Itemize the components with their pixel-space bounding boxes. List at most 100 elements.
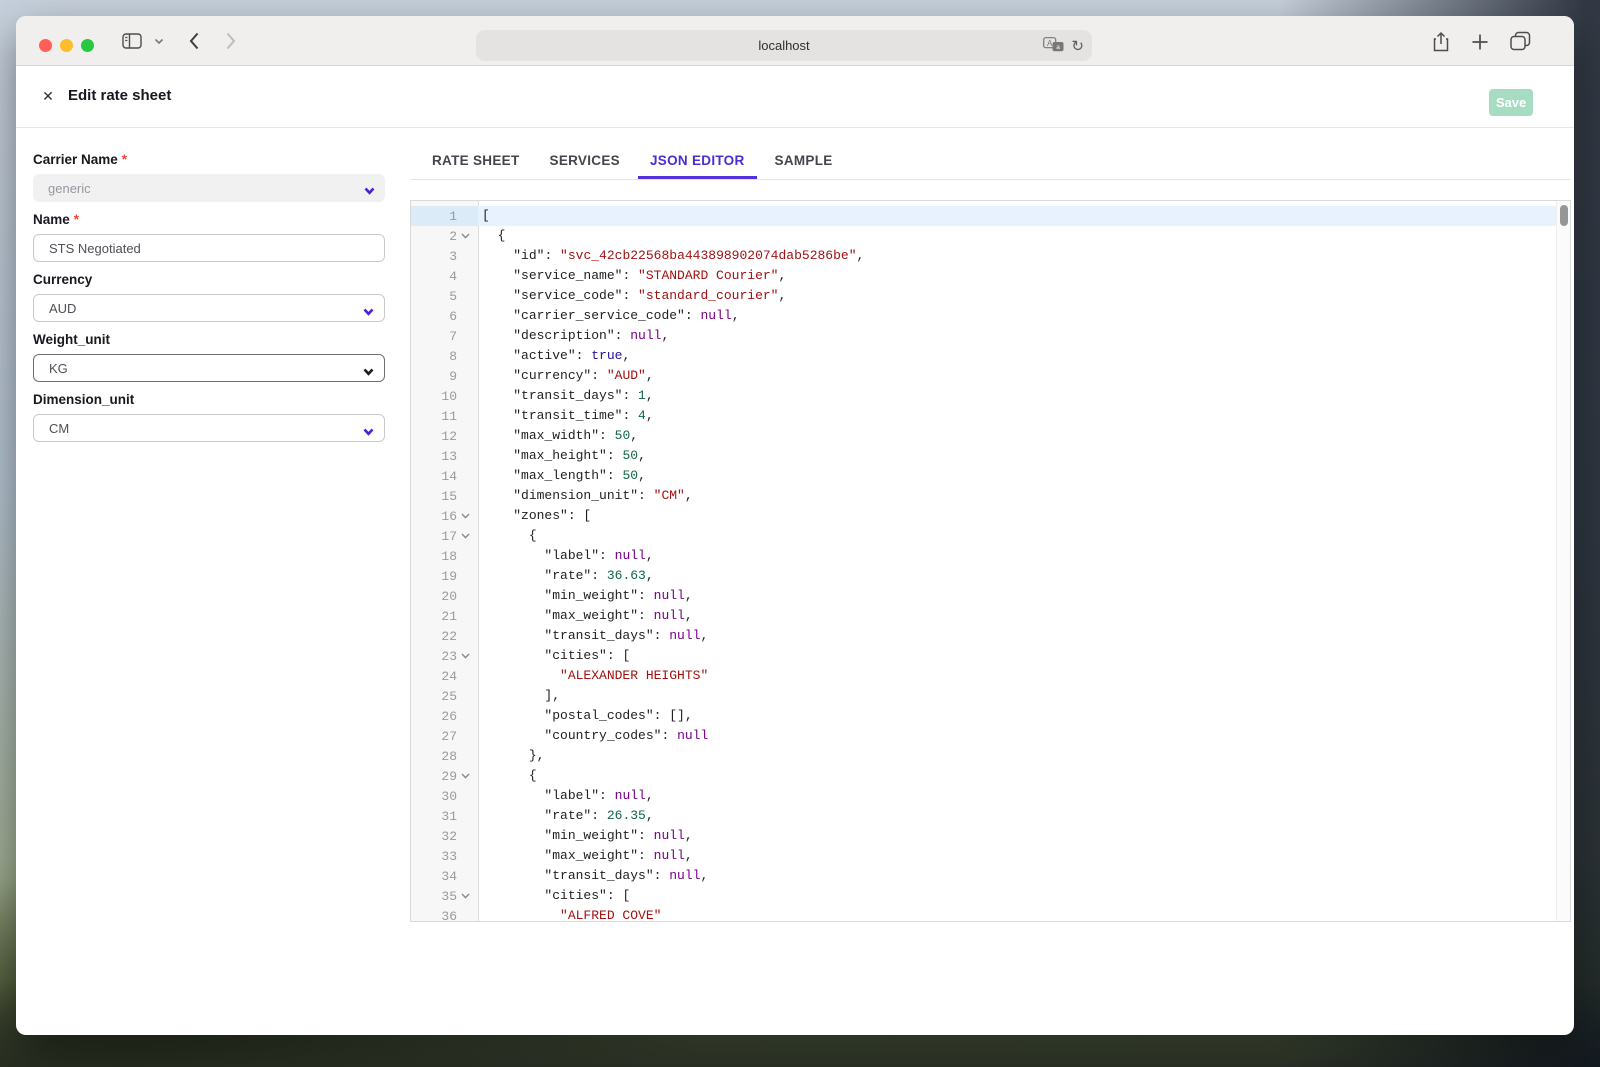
sidebar-toggle-icon[interactable] [122,33,142,49]
gutter-cell: 3 [411,246,478,266]
code-line[interactable]: 17 { [411,526,1556,546]
json-token: null [654,828,685,843]
gutter-cell: 34 [411,866,478,886]
editor-scrollbar[interactable] [1556,201,1570,921]
code-line[interactable]: 8 "active": true, [411,346,1556,366]
code-line[interactable]: 7 "description": null, [411,326,1556,346]
tab-overview-icon[interactable] [1510,31,1531,51]
fold-icon[interactable] [457,653,478,659]
json-token: : [599,548,615,563]
line-number: 11 [411,409,457,424]
save-button[interactable]: Save [1489,89,1533,116]
code-line[interactable]: 15 "dimension_unit": "CM", [411,486,1556,506]
code-line[interactable]: 13 "max_height": 50, [411,446,1556,466]
code-line[interactable]: 10 "transit_days": 1, [411,386,1556,406]
forward-button[interactable] [225,31,237,51]
close-icon[interactable]: ✕ [40,88,56,104]
json-token: : [607,468,623,483]
fold-icon[interactable] [457,773,478,779]
weight-unit-label: Weight_unit [33,332,385,349]
line-number: 19 [411,569,457,584]
name-field[interactable] [49,241,356,256]
code-line[interactable]: 34 "transit_days": null, [411,866,1556,886]
name-field-wrap [33,234,385,262]
code-line[interactable]: 11 "transit_time": 4, [411,406,1556,426]
json-token: : [ [568,508,591,523]
new-tab-icon[interactable] [1471,33,1489,51]
code-line[interactable]: 25 ], [411,686,1556,706]
code-line[interactable]: 36 "ALFRED COVE" [411,906,1556,922]
fold-icon[interactable] [457,533,478,539]
line-number: 8 [411,349,457,364]
code-line[interactable]: 19 "rate": 36.63, [411,566,1556,586]
code-text: "rate": 26.35, [478,806,1556,826]
weight-unit-select[interactable]: KG [33,354,385,382]
fold-icon[interactable] [457,893,478,899]
dimension-unit-label: Dimension_unit [33,392,385,409]
fold-icon[interactable] [457,513,478,519]
currency-select[interactable]: AUD [33,294,385,322]
tab-services[interactable]: SERVICES [538,145,632,179]
code-line[interactable]: 29 { [411,766,1556,786]
code-line[interactable]: 14 "max_length": 50, [411,466,1556,486]
sidebar-chevron-icon[interactable] [154,38,164,45]
gutter-cell: 17 [411,526,478,546]
reload-icon[interactable]: ↻ [1071,37,1084,55]
code-line[interactable]: 1[ [411,206,1556,226]
fold-icon[interactable] [457,233,478,239]
carrier-name-select[interactable]: generic [33,174,385,202]
back-button[interactable] [188,31,200,51]
code-line[interactable]: 18 "label": null, [411,546,1556,566]
line-number: 33 [411,849,457,864]
code-line[interactable]: 3 "id": "svc_42cb22568ba443898902074dab5… [411,246,1556,266]
translate-icon[interactable]: Aa [1043,37,1064,55]
tab-sample[interactable]: SAMPLE [763,145,845,179]
code-line[interactable]: 16 "zones": [ [411,506,1556,526]
code-line[interactable]: 32 "min_weight": null, [411,826,1556,846]
code-line[interactable]: 4 "service_name": "STANDARD Courier", [411,266,1556,286]
json-token: "transit_time" [513,408,622,423]
code-line[interactable]: 35 "cities": [ [411,886,1556,906]
tab-rate-sheet[interactable]: RATE SHEET [420,145,532,179]
code-line[interactable]: 30 "label": null, [411,786,1556,806]
json-token: , [685,828,693,843]
code-line[interactable]: 27 "country_codes": null [411,726,1556,746]
gutter-cell: 18 [411,546,478,566]
json-token: "zones" [513,508,568,523]
code-line[interactable]: 23 "cities": [ [411,646,1556,666]
code-line[interactable]: 6 "carrier_service_code": null, [411,306,1556,326]
json-code-editor[interactable]: 1[2 {3 "id": "svc_42cb22568ba44389890207… [410,200,1571,922]
code-line[interactable]: 24 "ALEXANDER HEIGHTS" [411,666,1556,686]
minimize-window-button[interactable] [60,39,73,52]
json-token: "cities" [544,648,606,663]
line-number: 10 [411,389,457,404]
gutter-cell: 1 [411,206,478,226]
line-number: 18 [411,549,457,564]
code-line[interactable]: 12 "max_width": 50, [411,426,1556,446]
code-line[interactable]: 2 { [411,226,1556,246]
gutter-cell: 20 [411,586,478,606]
code-line[interactable]: 33 "max_weight": null, [411,846,1556,866]
json-token: 1 [638,388,646,403]
tab-json-editor[interactable]: JSON EDITOR [638,145,757,179]
code-text: "cities": [ [478,886,1556,906]
zoom-window-button[interactable] [81,39,94,52]
json-token: "min_weight" [544,828,638,843]
share-icon[interactable] [1432,31,1450,53]
code-line[interactable]: 21 "max_weight": null, [411,606,1556,626]
code-line[interactable]: 20 "min_weight": null, [411,586,1556,606]
code-line[interactable]: 5 "service_code": "standard_courier", [411,286,1556,306]
code-line[interactable]: 31 "rate": 26.35, [411,806,1556,826]
editor-scrollbar-thumb[interactable] [1560,205,1568,226]
json-token: : [685,308,701,323]
address-bar[interactable]: localhost Aa ↻ [476,30,1092,61]
code-line[interactable]: 26 "postal_codes": [], [411,706,1556,726]
json-token: : [661,728,677,743]
code-text: "id": "svc_42cb22568ba443898902074dab528… [478,246,1556,266]
dimension-unit-select[interactable]: CM [33,414,385,442]
code-line[interactable]: 9 "currency": "AUD", [411,366,1556,386]
json-token: "country_codes" [544,728,661,743]
code-line[interactable]: 28 }, [411,746,1556,766]
code-line[interactable]: 22 "transit_days": null, [411,626,1556,646]
close-window-button[interactable] [39,39,52,52]
